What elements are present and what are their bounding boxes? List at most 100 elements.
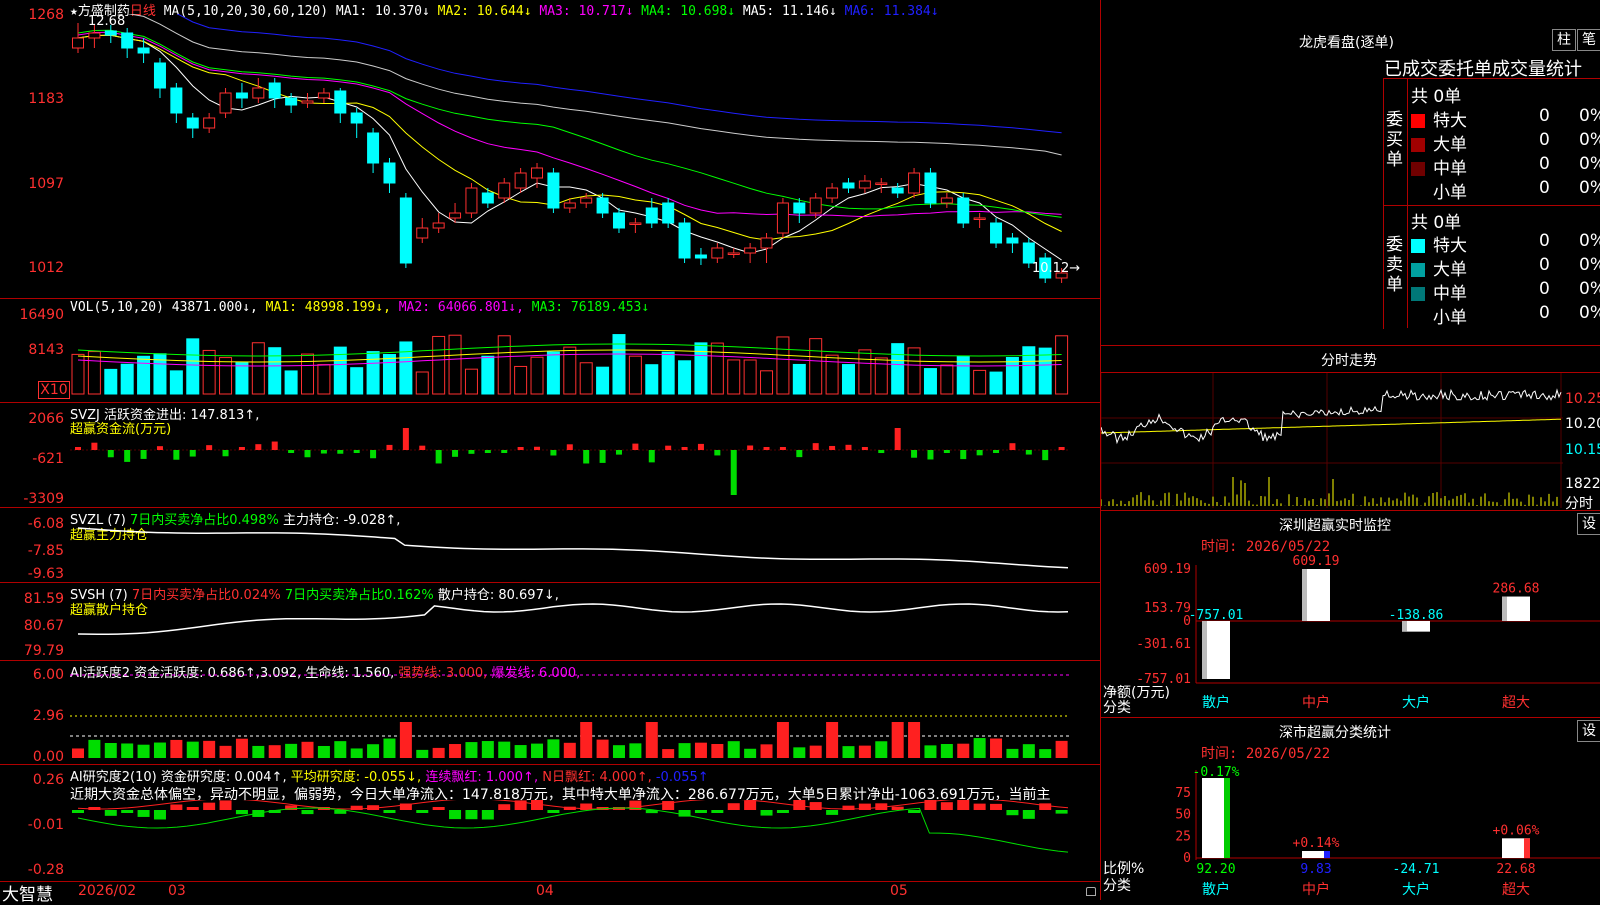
vol-ma2: MA2: 64066.801↓, <box>398 300 524 315</box>
flow-bar <box>107 450 114 458</box>
avg-research-value: 平均研究度: -0.055↓, <box>290 770 422 785</box>
chart-area[interactable]: ★方盛制药日线 MA(5,10,20,30,60,120) MA1: 10.37… <box>0 0 1100 905</box>
svzl-ytick: -7.85 <box>27 543 64 559</box>
activity-bar <box>465 742 478 758</box>
candle-body <box>629 222 642 225</box>
net-value-label: 286.68 <box>1493 582 1540 597</box>
research-bar <box>186 807 199 810</box>
svzl-chart[interactable] <box>70 520 1100 580</box>
order-count: 0 <box>1539 154 1550 174</box>
order-type-label: 小单 <box>1433 183 1467 203</box>
candle-body <box>399 197 412 264</box>
volume-bar <box>694 342 708 395</box>
month-label: 03 <box>168 883 186 899</box>
order-count: 0 <box>1539 231 1550 251</box>
candle-body <box>416 227 429 239</box>
svzj-chart[interactable] <box>70 420 1100 502</box>
retail-position-line <box>77 603 1069 635</box>
vol-ytick: 8143 <box>28 342 64 358</box>
bar-mode-button[interactable]: 柱 <box>1552 29 1576 51</box>
ai-research-ytick: 0.26 <box>32 772 64 788</box>
activity-bar <box>629 743 642 758</box>
sz-monitor-title: 深圳超赢实时监控 <box>1279 518 1391 534</box>
flow-bar <box>140 450 147 459</box>
ai-activity-chart[interactable] <box>70 674 1100 760</box>
activity-bar <box>399 722 412 758</box>
candle-body <box>842 182 855 189</box>
net-value-label: 609.19 <box>1293 555 1340 569</box>
sz-class-settings-button[interactable]: 设 <box>1577 720 1600 742</box>
research-bar <box>219 800 232 810</box>
activity-bar <box>596 739 609 758</box>
order-type-label: 大单 <box>1433 260 1467 280</box>
activity-bar <box>662 749 675 758</box>
activity-bar <box>121 743 134 758</box>
research-value: 资金研究度: 0.004↑, <box>160 770 287 785</box>
flow-bar <box>353 450 360 453</box>
kline-ytick: 1183 <box>28 91 64 107</box>
volume-chart[interactable] <box>70 316 1100 398</box>
sz-monitor-time: 时间: 2026/05/22 <box>1201 539 1331 555</box>
kline-ytick: 1097 <box>28 176 64 192</box>
candle-body <box>219 92 232 114</box>
activity-bar <box>170 739 183 758</box>
volume-bar <box>514 365 528 395</box>
sell-rows: 特大 0 0% 大单 0 0% 中单 0 0% 小单 0 0% <box>1383 231 1600 331</box>
volume-bar <box>268 347 282 395</box>
last-price-label: 10.12→ <box>1032 261 1081 276</box>
activity-bar <box>1022 744 1035 758</box>
order-type-row: 大单 0 0% <box>1411 130 1600 155</box>
svsh-chart[interactable] <box>70 596 1100 658</box>
candle-body <box>170 87 183 114</box>
candle-body <box>727 252 740 255</box>
flow-bar <box>238 447 245 450</box>
activity-bar <box>924 745 937 758</box>
candle-body <box>104 30 117 36</box>
ratio-value-label: 9.83 <box>1300 862 1331 877</box>
research-bar <box>416 810 429 813</box>
research-bar <box>940 802 953 810</box>
flow-bar <box>861 447 868 450</box>
vol-params: VOL(5,10,20) <box>70 300 164 315</box>
brand-label: 大智慧 <box>2 885 53 905</box>
flow-bar <box>288 450 295 453</box>
intraday-chart[interactable] <box>1101 373 1563 508</box>
lock-icon[interactable] <box>1086 887 1096 896</box>
order-type-row: 小单 0 0% <box>1411 178 1600 203</box>
flow-bar <box>1009 443 1016 450</box>
volume-bar <box>760 370 774 395</box>
flow-bar <box>320 450 327 454</box>
ratio-value-label: -24.71 <box>1393 862 1440 877</box>
net-value-label: -138.86 <box>1389 608 1444 623</box>
flow-bar <box>189 450 196 457</box>
sz-monitor-settings-button[interactable]: 设 <box>1577 513 1600 535</box>
candle-body <box>317 92 330 99</box>
volume-bar <box>645 364 659 395</box>
candle-body <box>694 254 707 259</box>
volume-bar <box>186 338 200 395</box>
ai-research-chart[interactable] <box>70 800 1100 880</box>
flow-bar <box>419 445 426 450</box>
candle-body <box>662 202 675 224</box>
research-bar <box>744 800 757 810</box>
order-type-label: 大单 <box>1433 135 1467 155</box>
activity-bar <box>776 722 789 758</box>
tick-mode-button[interactable]: 笔 <box>1577 29 1600 51</box>
candle-body <box>203 117 216 129</box>
flow-bar <box>779 447 786 450</box>
order-type-label: 特大 <box>1433 111 1467 131</box>
n-day-red-value: N日飘红: 4.000↑, <box>542 770 652 785</box>
activity-bar <box>514 745 527 758</box>
activity-bar <box>301 741 314 758</box>
flow-bar <box>1058 447 1065 450</box>
research-bar <box>760 810 773 816</box>
activity-bar <box>432 747 445 758</box>
order-type-row: 特大 0 0% <box>1411 231 1600 256</box>
kline-chart[interactable] <box>70 14 1100 294</box>
research-bar <box>153 810 166 820</box>
candle-body <box>645 207 658 224</box>
candle-body <box>826 187 839 199</box>
sz-class-axis-cat: 分类 <box>1103 878 1131 894</box>
ai-research-name: AI研究度2(10) <box>70 770 157 785</box>
color-swatch <box>1411 162 1425 176</box>
